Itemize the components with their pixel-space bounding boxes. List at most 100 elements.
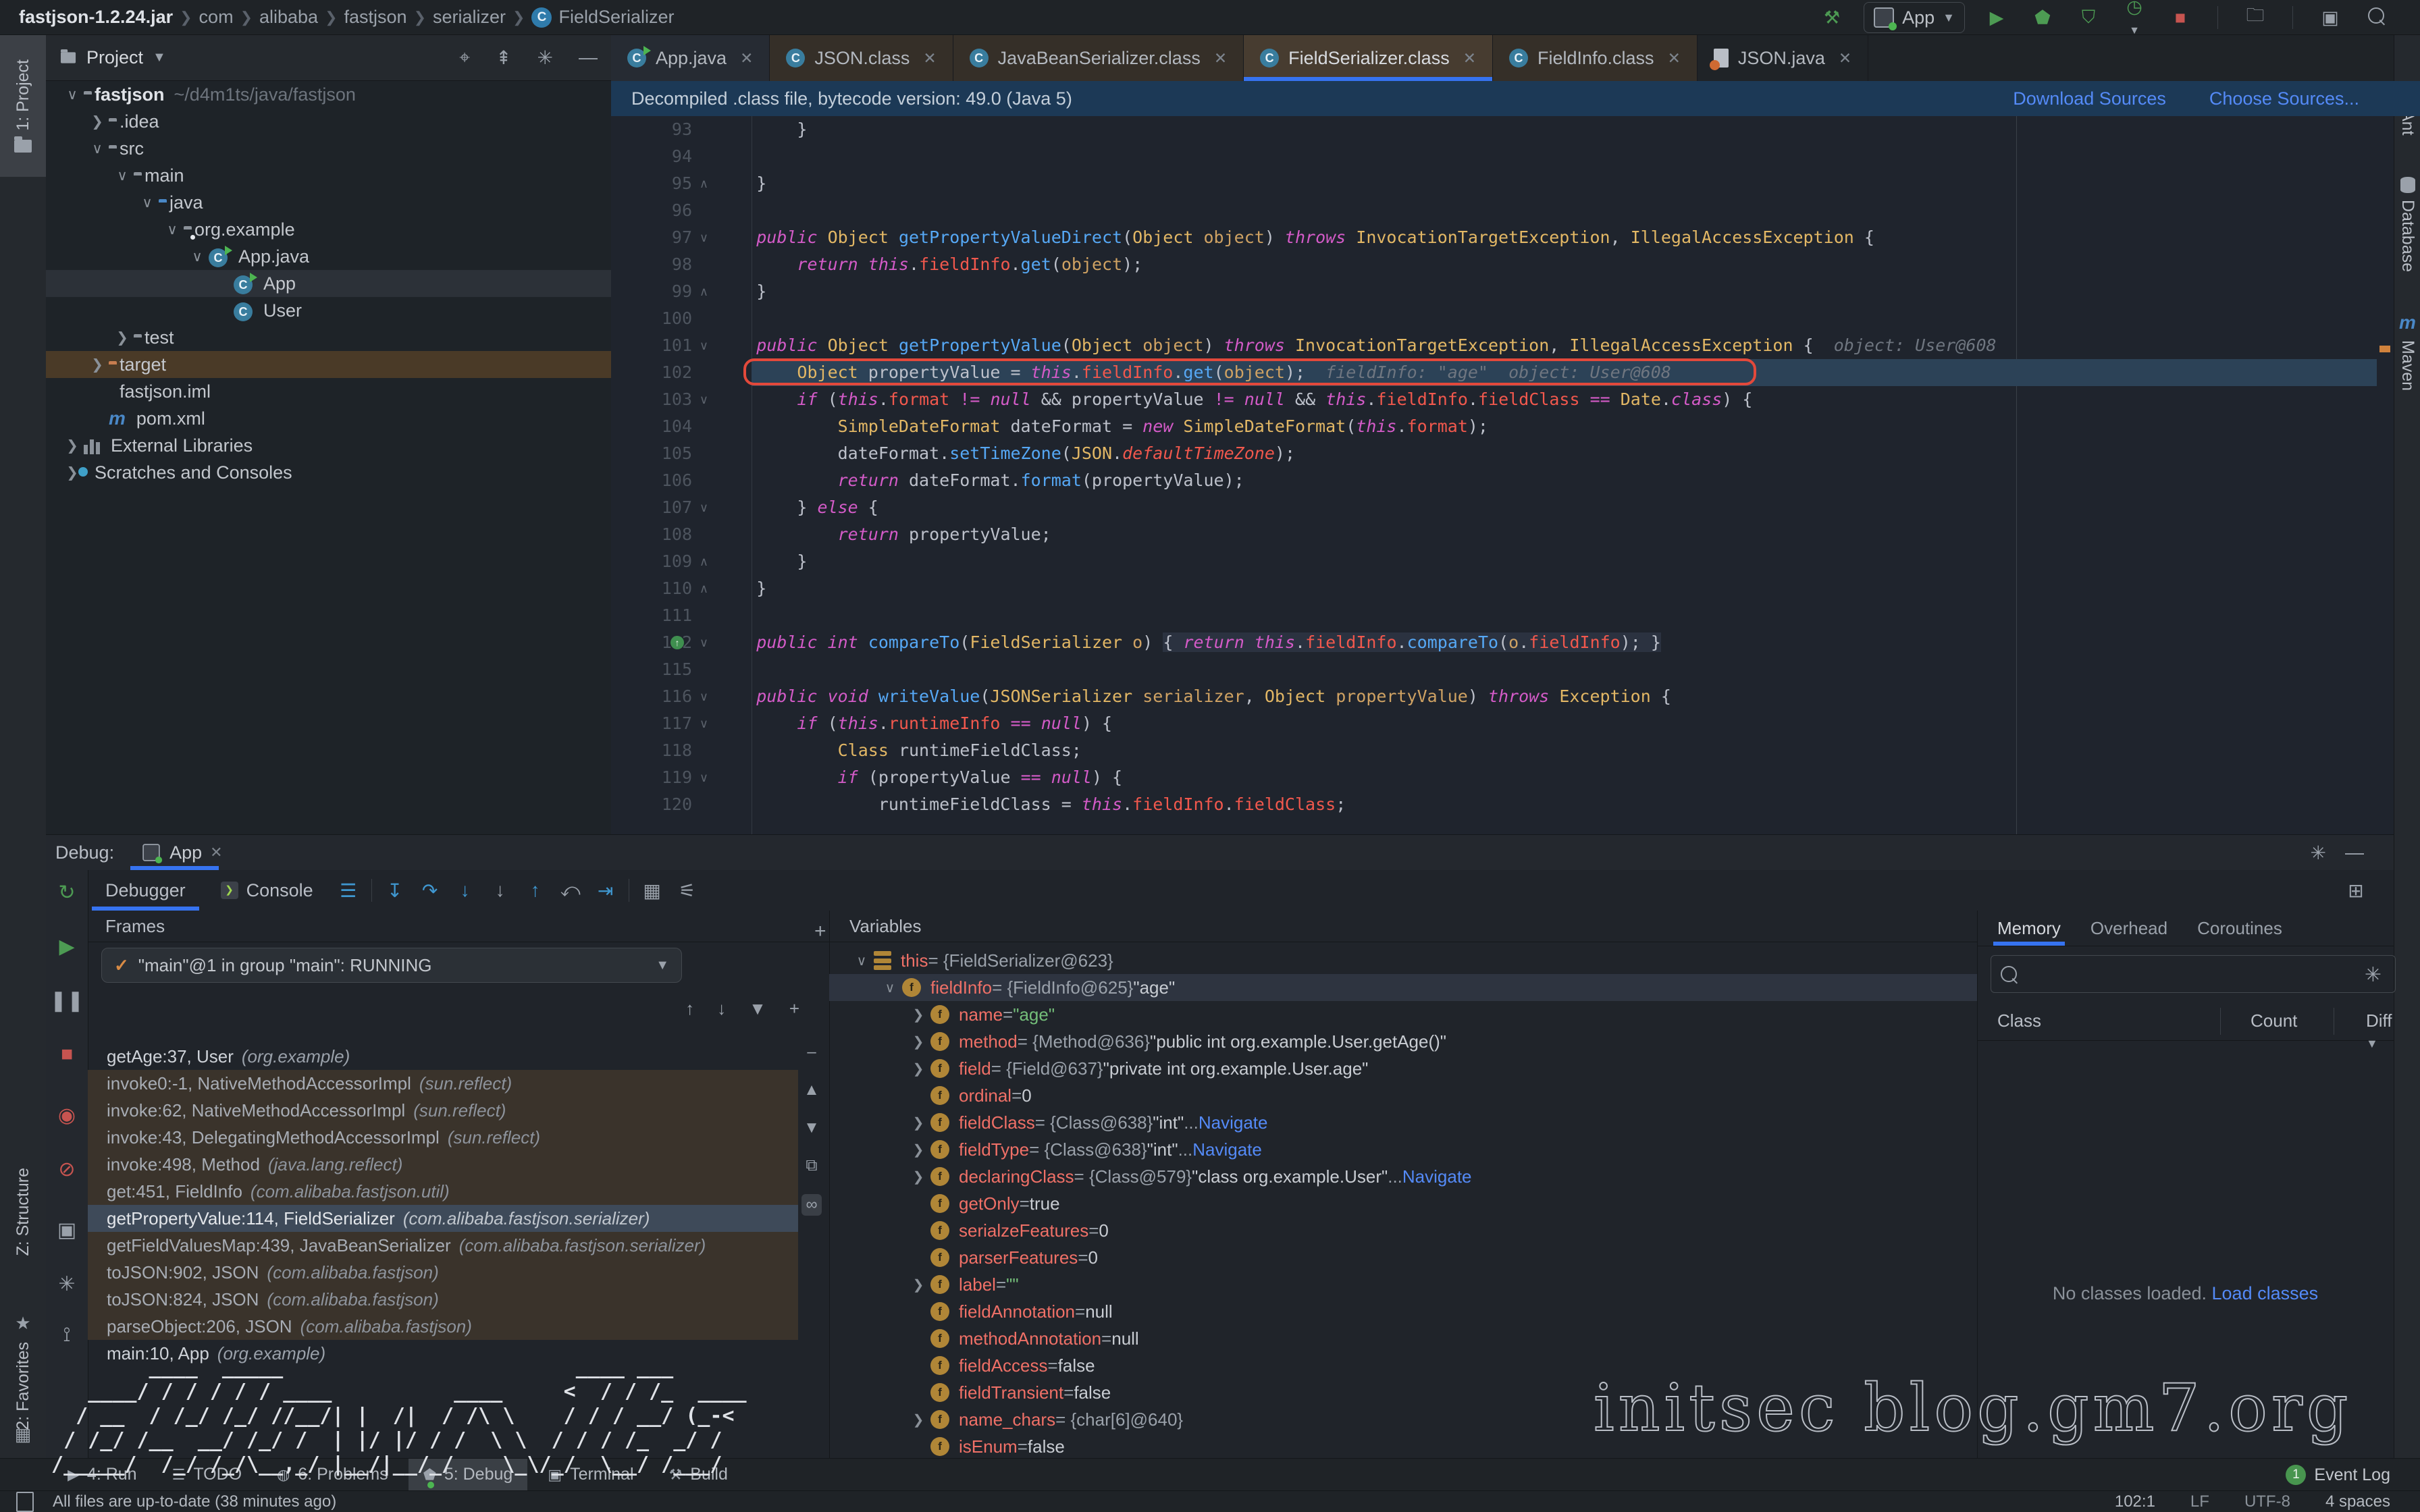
hide-panel-icon[interactable]: —	[2345, 842, 2364, 863]
stop-icon[interactable]: ■	[46, 1043, 88, 1066]
variable-row-name_chars[interactable]: ❯fname_chars = {char[6]@640}	[829, 1406, 1977, 1433]
hide-panel-icon[interactable]: —	[579, 47, 598, 69]
stack-frame[interactable]: invoke0:-1, NativeMethodAccessorImpl(sun…	[88, 1070, 798, 1097]
run-button[interactable]: ▶	[1982, 7, 2011, 28]
line-number[interactable]: 111	[611, 602, 692, 629]
add-icon[interactable]: +	[789, 998, 799, 1019]
stack-frame[interactable]: invoke:498, Method(java.lang.reflect)	[88, 1151, 798, 1178]
var-chevron-icon[interactable]: ∨	[849, 952, 874, 969]
override-marker-icon[interactable]: ↑	[670, 636, 684, 649]
editor-tab-json-java[interactable]: JSON.java✕	[1698, 35, 1868, 81]
layout-settings-icon[interactable]: ☰	[331, 880, 366, 902]
project-structure-icon[interactable]: 🗀	[2241, 2, 2269, 33]
force-step-into-icon[interactable]: ↓	[483, 880, 518, 901]
fold-marker-icon[interactable]: ∧	[692, 170, 716, 197]
fold-marker-icon[interactable]: ∨	[692, 386, 716, 413]
memory-tab-overhead[interactable]: Overhead	[2090, 911, 2167, 946]
infinity-toggle-icon[interactable]: ∞	[801, 1194, 821, 1216]
tree-item-main[interactable]: ∨main	[46, 162, 611, 189]
variable-row-fieldInfo[interactable]: ∨ffieldInfo = {FieldInfo@625} "age"	[829, 974, 1977, 1001]
rerun-icon[interactable]: ↻	[46, 881, 88, 905]
var-chevron-icon[interactable]: ❯	[906, 1411, 930, 1428]
tab-debugger[interactable]: Debugger	[88, 870, 203, 911]
stack-frame[interactable]: invoke:62, NativeMethodAccessorImpl(sun.…	[88, 1097, 798, 1124]
variable-row-parserFeatures[interactable]: fparserFeatures = 0	[829, 1244, 1977, 1271]
tree-chevron-icon[interactable]: ∨	[136, 194, 159, 211]
var-chevron-icon[interactable]: ❯	[906, 1114, 930, 1131]
tool-button-project[interactable]: 1: Project	[0, 35, 46, 177]
line-number[interactable]: 95	[611, 170, 692, 197]
tree-chevron-icon[interactable]: ∨	[86, 140, 109, 157]
variable-row-field[interactable]: ❯ffield = {Field@637} "private int org.e…	[829, 1055, 1977, 1082]
variable-row-label[interactable]: ❯flabel = ""	[829, 1271, 1977, 1298]
line-number[interactable]: 115	[611, 656, 692, 683]
debug-session-tab[interactable]: App ✕	[126, 835, 237, 870]
tree-chevron-icon[interactable]: ❯	[86, 356, 109, 373]
line-number[interactable]: 110	[611, 575, 692, 602]
variable-row-serialzeFeatures[interactable]: fserialzeFeatures = 0	[829, 1217, 1977, 1244]
breadcrumb-item[interactable]: com	[199, 7, 234, 28]
mute-breakpoints-icon[interactable]: ⊘	[46, 1158, 88, 1181]
tool-window-button-4-run[interactable]: ▶4: Run	[53, 1459, 152, 1491]
tool-button-structure[interactable]: Z: Structure	[0, 1168, 46, 1256]
tree-chevron-icon[interactable]: ∨	[61, 86, 84, 103]
var-chevron-icon[interactable]: ❯	[906, 1276, 930, 1293]
bottom-windows-icon[interactable]: ▦	[0, 1424, 46, 1445]
fold-marker-icon[interactable]: ∧	[692, 575, 716, 602]
code-editor[interactable]: 93 }9495∧ }9697∨ public Object getProper…	[611, 116, 2377, 834]
view-options-icon[interactable]: ⚟	[670, 880, 705, 902]
tool-window-button-todo[interactable]: ☰TODO	[157, 1459, 257, 1491]
tree-item-fastjson-iml[interactable]: fastjson.iml	[46, 378, 611, 405]
fold-marker-icon[interactable]: ∨	[692, 224, 716, 251]
fold-marker-icon[interactable]: ∨	[692, 683, 716, 710]
variable-row-isEnum[interactable]: fisEnum = false	[829, 1433, 1977, 1459]
fold-marker-icon[interactable]: ∨	[692, 764, 716, 791]
column-diff[interactable]: Diff ▼	[2366, 1010, 2394, 1052]
tree-item-app[interactable]: CApp	[46, 270, 611, 297]
evaluate-expression-icon[interactable]: ▦	[635, 880, 670, 902]
stack-frame[interactable]: main:10, App(org.example)	[88, 1340, 798, 1367]
variable-row-fieldType[interactable]: ❯ffieldType = {Class@638} "int" ... Navi…	[829, 1136, 1977, 1163]
var-chevron-icon[interactable]: ❯	[906, 1033, 930, 1050]
stack-frame[interactable]: getAge:37, User(org.example)	[88, 1043, 798, 1070]
line-number[interactable]: 98	[611, 251, 692, 278]
line-number[interactable]: 96	[611, 197, 692, 224]
chevron-down-icon[interactable]: ▼	[153, 50, 166, 65]
stack-frame[interactable]: toJSON:824, JSON(com.alibaba.fastjson)	[88, 1286, 798, 1313]
breadcrumb-item[interactable]: serializer	[433, 7, 506, 28]
stack-frame[interactable]: parseObject:206, JSON(com.alibaba.fastjs…	[88, 1313, 798, 1340]
tool-button-database[interactable]: Database	[2394, 177, 2420, 272]
variable-row-name[interactable]: ❯fname = "age"	[829, 1001, 1977, 1028]
editor-tab-fieldinfo-class[interactable]: CFieldInfo.class✕	[1493, 35, 1698, 81]
event-log-button[interactable]: 1 Event Log	[2286, 1459, 2390, 1491]
variable-row-fieldAnnotation[interactable]: ffieldAnnotation = null	[829, 1298, 1977, 1325]
line-number[interactable]: 109	[611, 548, 692, 575]
line-number[interactable]: 105	[611, 440, 692, 467]
caret-position[interactable]: 102:1	[2115, 1492, 2155, 1511]
variable-row-declaringClass[interactable]: ❯fdeclaringClass = {Class@579} "class or…	[829, 1163, 1977, 1190]
debug-button[interactable]: ⬟	[2028, 7, 2057, 28]
tool-button-favorites[interactable]: ★ 2: Favorites	[0, 1313, 46, 1430]
add-watch-icon[interactable]: +	[814, 920, 826, 943]
build-hammer-icon[interactable]: ⚒	[1818, 7, 1846, 28]
close-icon[interactable]: ✕	[1463, 49, 1476, 68]
line-number[interactable]: 100	[611, 305, 692, 332]
line-number[interactable]: 118	[611, 737, 692, 764]
settings-gear-icon[interactable]: ✳	[537, 47, 553, 69]
search-everywhere-icon[interactable]	[2362, 7, 2390, 28]
tree-chevron-icon[interactable]: ∨	[161, 221, 184, 238]
variable-row-ordinal[interactable]: fordinal = 0	[829, 1082, 1977, 1109]
tree-item-java[interactable]: ∨java	[46, 189, 611, 216]
tree-item-org-example[interactable]: ∨org.example	[46, 216, 611, 243]
breadcrumb-item[interactable]: alibaba	[259, 7, 318, 28]
variable-row-getOnly[interactable]: fgetOnly = true	[829, 1190, 1977, 1217]
tool-window-button-6-problems[interactable]: ◍6: Problems	[262, 1459, 403, 1491]
thread-dump-icon[interactable]: ▣	[46, 1218, 88, 1242]
frame-up-icon[interactable]: ↑	[685, 998, 694, 1019]
run-to-cursor-icon[interactable]: ⇥	[588, 880, 623, 902]
tree-item-fastjson[interactable]: ∨fastjson~/d4m1ts/java/fastjson	[46, 81, 611, 108]
frame-down-icon[interactable]: ↓	[717, 998, 726, 1019]
hide-icon[interactable]: –	[807, 1043, 816, 1062]
stripe-mark[interactable]	[2379, 346, 2390, 352]
editor-tab-app-java[interactable]: CApp.java✕	[611, 35, 770, 81]
